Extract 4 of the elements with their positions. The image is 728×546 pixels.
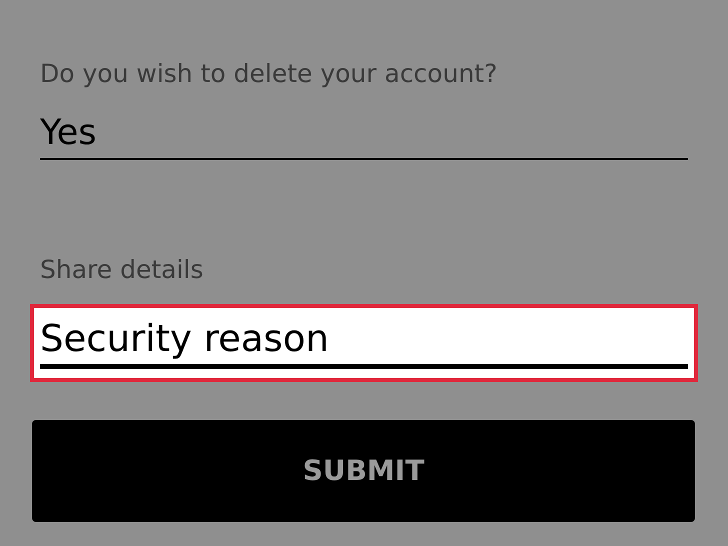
field-label: Share details: [39, 254, 204, 286]
field-value: Security reason: [40, 314, 688, 369]
input-field[interactable]: Security reason: [30, 304, 698, 382]
field-label: Do you wish to delete your account?: [40, 58, 498, 90]
